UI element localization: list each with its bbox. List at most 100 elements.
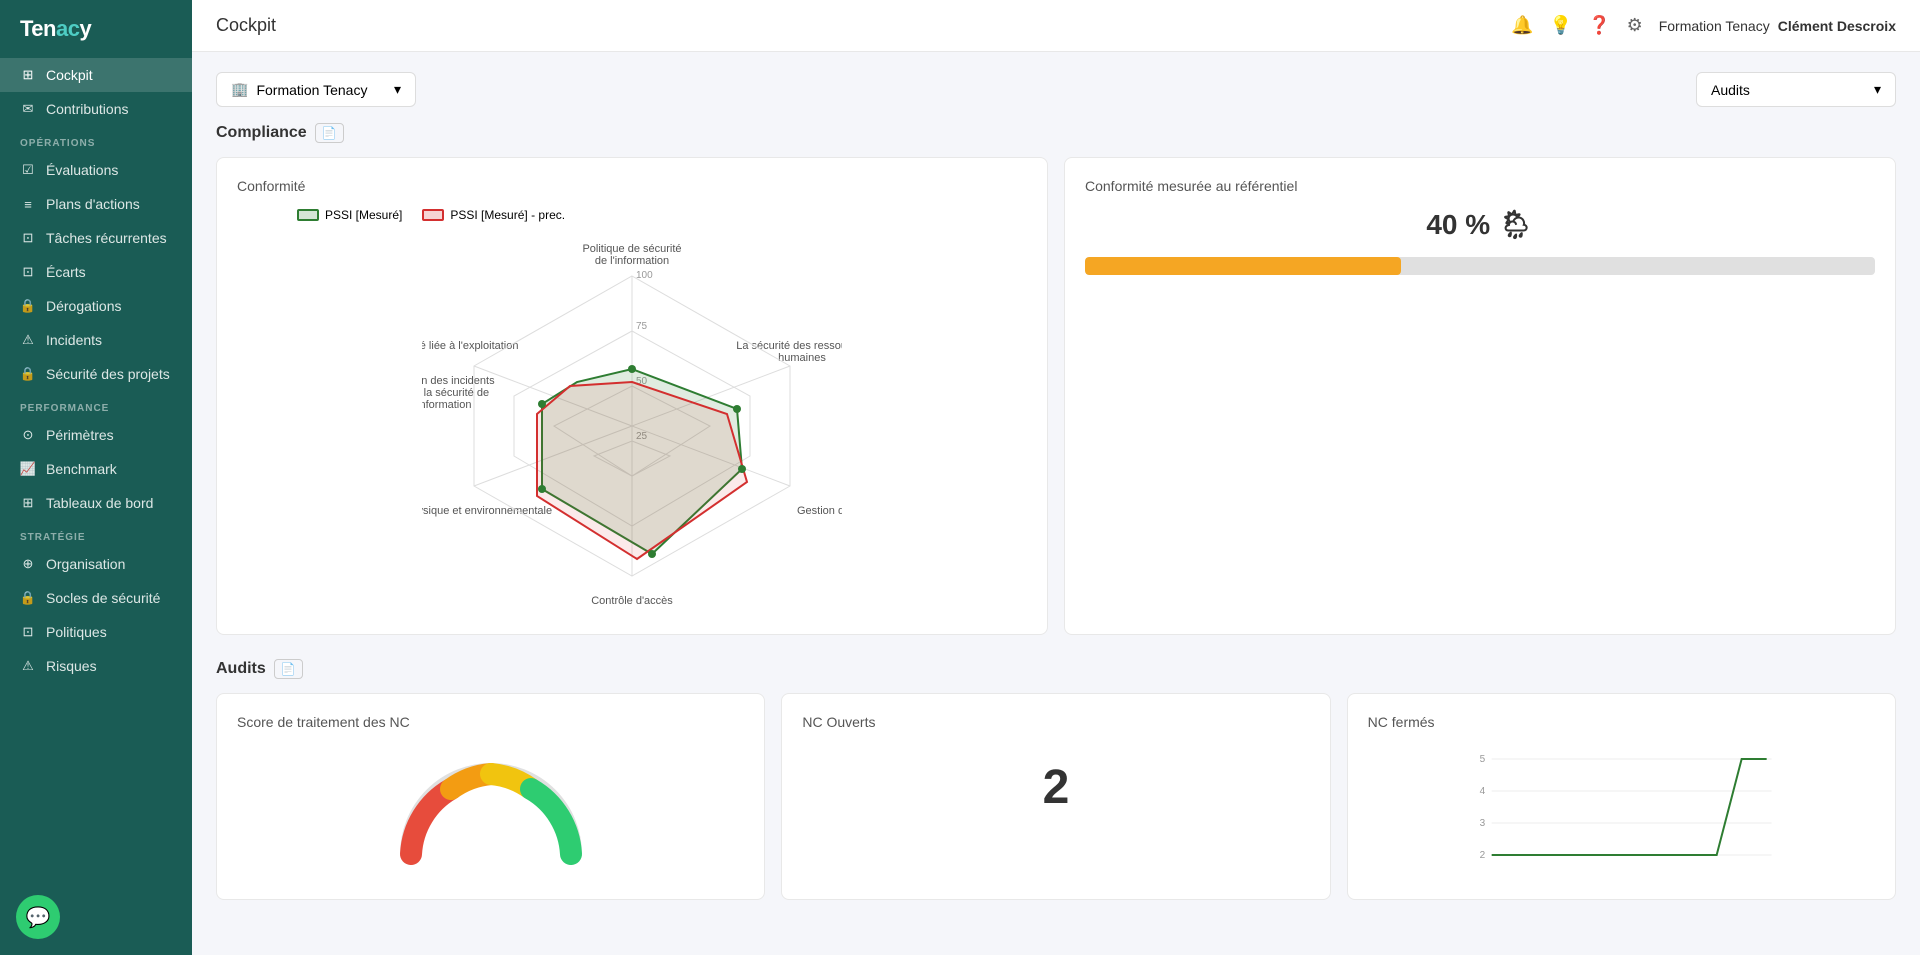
svg-text:5: 5 bbox=[1479, 754, 1485, 765]
sidebar-item-derogations[interactable]: 🔒 Dérogations bbox=[0, 289, 192, 323]
tableaux-icon: ⊞ bbox=[20, 495, 36, 511]
sidebar-item-tableaux[interactable]: ⊞ Tableaux de bord bbox=[0, 486, 192, 520]
user-name: Clément Descroix bbox=[1778, 18, 1896, 34]
nc-ouverts-title: NC Ouverts bbox=[802, 714, 1309, 730]
legend-item-pssi: PSSI [Mesuré] bbox=[297, 208, 402, 222]
nc-fermes-line-chart: 5 4 3 2 bbox=[1368, 744, 1875, 874]
org-filter-chevron: ▾ bbox=[394, 81, 401, 98]
nc-fermes-title: NC fermés bbox=[1368, 714, 1875, 730]
politiques-icon: ⊡ bbox=[20, 624, 36, 640]
org-filter-label: Formation Tenacy bbox=[256, 82, 367, 98]
section-performance: PERFORMANCE bbox=[0, 391, 192, 418]
nc-ouverts-value: 2 bbox=[802, 760, 1309, 815]
organisation-icon: ⊕ bbox=[20, 556, 36, 572]
svg-text:humaines: humaines bbox=[778, 352, 826, 364]
org-filter[interactable]: 🏢 Formation Tenacy ▾ bbox=[216, 72, 416, 107]
conformity-card: Conformité mesurée au référentiel 40 % 🌦 bbox=[1064, 157, 1896, 635]
svg-text:La sécurité des ressources: La sécurité des ressources bbox=[736, 340, 842, 352]
audits-section-header: Audits 📄 bbox=[216, 659, 1896, 679]
conformity-weather-icon: 🌦 bbox=[1498, 208, 1534, 241]
audit-filter[interactable]: Audits ▾ bbox=[1696, 72, 1896, 107]
score-card: Score de traitement des NC bbox=[216, 693, 765, 900]
svg-text:liés à la sécurité de: liés à la sécurité de bbox=[422, 387, 489, 399]
sidebar-item-perimetres[interactable]: ⊙ Périmètres bbox=[0, 418, 192, 452]
sidebar-item-contributions[interactable]: ✉ Contributions bbox=[0, 92, 192, 126]
sidebar-item-contributions-label: Contributions bbox=[46, 101, 129, 117]
sidebar-item-incidents[interactable]: ⚠ Incidents bbox=[0, 323, 192, 357]
svg-text:l'information: l'information bbox=[422, 399, 471, 411]
svg-text:de l'information: de l'information bbox=[595, 255, 669, 267]
svg-text:Politique de sécurité: Politique de sécurité bbox=[582, 243, 681, 255]
incidents-icon: ⚠ bbox=[20, 332, 36, 348]
nc-ouverts-card: NC Ouverts 2 bbox=[781, 693, 1330, 900]
audits-export-btn[interactable]: 📄 bbox=[274, 659, 303, 679]
org-filter-icon: 🏢 bbox=[231, 81, 248, 98]
audit-filter-chevron: ▾ bbox=[1874, 81, 1881, 98]
audit-filter-label: Audits bbox=[1711, 82, 1750, 98]
securite-icon: 🔒 bbox=[20, 366, 36, 382]
contributions-icon: ✉ bbox=[20, 101, 36, 117]
radar-container: PSSI [Mesuré] PSSI [Mesuré] - prec. Poli… bbox=[237, 208, 1027, 614]
settings-icon[interactable]: ⚙ bbox=[1627, 15, 1643, 36]
risques-icon: ⚠ bbox=[20, 658, 36, 674]
evaluations-icon: ☑ bbox=[20, 162, 36, 178]
sidebar-item-politiques[interactable]: ⊡ Politiques bbox=[0, 615, 192, 649]
legend-color-pssi-prec bbox=[422, 209, 444, 221]
sidebar-item-taches[interactable]: ⊡ Tâches récurrentes bbox=[0, 221, 192, 255]
legend-label-pssi-prec: PSSI [Mesuré] - prec. bbox=[450, 208, 565, 222]
svg-text:Sécurité physique et environne: Sécurité physique et environnementale bbox=[422, 505, 552, 517]
cockpit-icon: ⊞ bbox=[20, 67, 36, 83]
conformity-progress-fill bbox=[1085, 257, 1401, 275]
radar-chart: Politique de sécurité de l'information L… bbox=[422, 234, 842, 614]
radar-card: Conformité PSSI [Mesuré] PSSI [Mesuré] -… bbox=[216, 157, 1048, 635]
audits-cards-row: Score de traitement des NC NC Ouverts bbox=[216, 693, 1896, 900]
sidebar-item-cockpit-label: Cockpit bbox=[46, 67, 93, 83]
user-org: Formation Tenacy bbox=[1659, 18, 1770, 34]
compliance-export-btn[interactable]: 📄 bbox=[315, 123, 344, 143]
notifications-icon[interactable]: 🔔 bbox=[1511, 15, 1533, 36]
svg-text:4: 4 bbox=[1479, 786, 1485, 797]
sidebar-item-socles[interactable]: 🔒 Socles de sécurité bbox=[0, 581, 192, 615]
header: Cockpit 🔔 💡 ❓ ⚙ Formation Tenacy Clément… bbox=[192, 0, 1920, 52]
sidebar: Tenacy ⊞ Cockpit ✉ Contributions OPÉRATI… bbox=[0, 0, 192, 955]
perimetres-icon: ⊙ bbox=[20, 427, 36, 443]
svg-text:3: 3 bbox=[1479, 818, 1485, 829]
svg-text:Contrôle d'accès: Contrôle d'accès bbox=[591, 595, 673, 607]
sidebar-item-plans[interactable]: ≡ Plans d'actions bbox=[0, 187, 192, 221]
nc-fermes-chart: 5 4 3 2 bbox=[1368, 744, 1875, 879]
section-strategie: STRATÉGIE bbox=[0, 520, 192, 547]
nc-fermes-card: NC fermés 5 4 3 2 bbox=[1347, 693, 1896, 900]
sidebar-item-organisation[interactable]: ⊕ Organisation bbox=[0, 547, 192, 581]
audits-title: Audits bbox=[216, 660, 266, 678]
derogations-icon: 🔒 bbox=[20, 298, 36, 314]
gauge-chart bbox=[391, 744, 591, 874]
sidebar-item-ecarts[interactable]: ⊡ Écarts bbox=[0, 255, 192, 289]
compliance-section-header: Compliance 📄 bbox=[216, 123, 1896, 143]
socles-icon: 🔒 bbox=[20, 590, 36, 606]
app-logo: Tenacy bbox=[0, 0, 192, 58]
gauge-container bbox=[237, 744, 744, 874]
help-icon[interactable]: ❓ bbox=[1588, 15, 1610, 36]
ideas-icon[interactable]: 💡 bbox=[1550, 15, 1572, 36]
radar-card-title: Conformité bbox=[237, 178, 1027, 194]
benchmark-icon: 📈 bbox=[20, 461, 36, 477]
chat-button[interactable]: 💬 bbox=[16, 895, 60, 939]
page-title: Cockpit bbox=[216, 15, 276, 36]
svg-text:Gestion des incidents: Gestion des incidents bbox=[422, 375, 495, 387]
plans-icon: ≡ bbox=[20, 196, 36, 212]
svg-text:2: 2 bbox=[1479, 850, 1485, 861]
sidebar-item-cockpit[interactable]: ⊞ Cockpit bbox=[0, 58, 192, 92]
sidebar-item-evaluations[interactable]: ☑ Évaluations bbox=[0, 153, 192, 187]
conformity-progress-bar bbox=[1085, 257, 1875, 275]
content-area: 🏢 Formation Tenacy ▾ Audits ▾ Compliance… bbox=[192, 52, 1920, 955]
sidebar-item-securite[interactable]: 🔒 Sécurité des projets bbox=[0, 357, 192, 391]
svg-text:Sécurité liée à l'exploitation: Sécurité liée à l'exploitation bbox=[422, 340, 518, 352]
sidebar-item-benchmark[interactable]: 📈 Benchmark bbox=[0, 452, 192, 486]
svg-text:100: 100 bbox=[636, 270, 653, 281]
taches-icon: ⊡ bbox=[20, 230, 36, 246]
compliance-cards-row: Conformité PSSI [Mesuré] PSSI [Mesuré] -… bbox=[216, 157, 1896, 635]
header-actions: 🔔 💡 ❓ ⚙ Formation Tenacy Clément Descroi… bbox=[1511, 15, 1896, 36]
compliance-title: Compliance bbox=[216, 124, 307, 142]
sidebar-item-risques[interactable]: ⚠ Risques bbox=[0, 649, 192, 683]
conformity-value: 40 % 🌦 bbox=[1085, 208, 1875, 241]
